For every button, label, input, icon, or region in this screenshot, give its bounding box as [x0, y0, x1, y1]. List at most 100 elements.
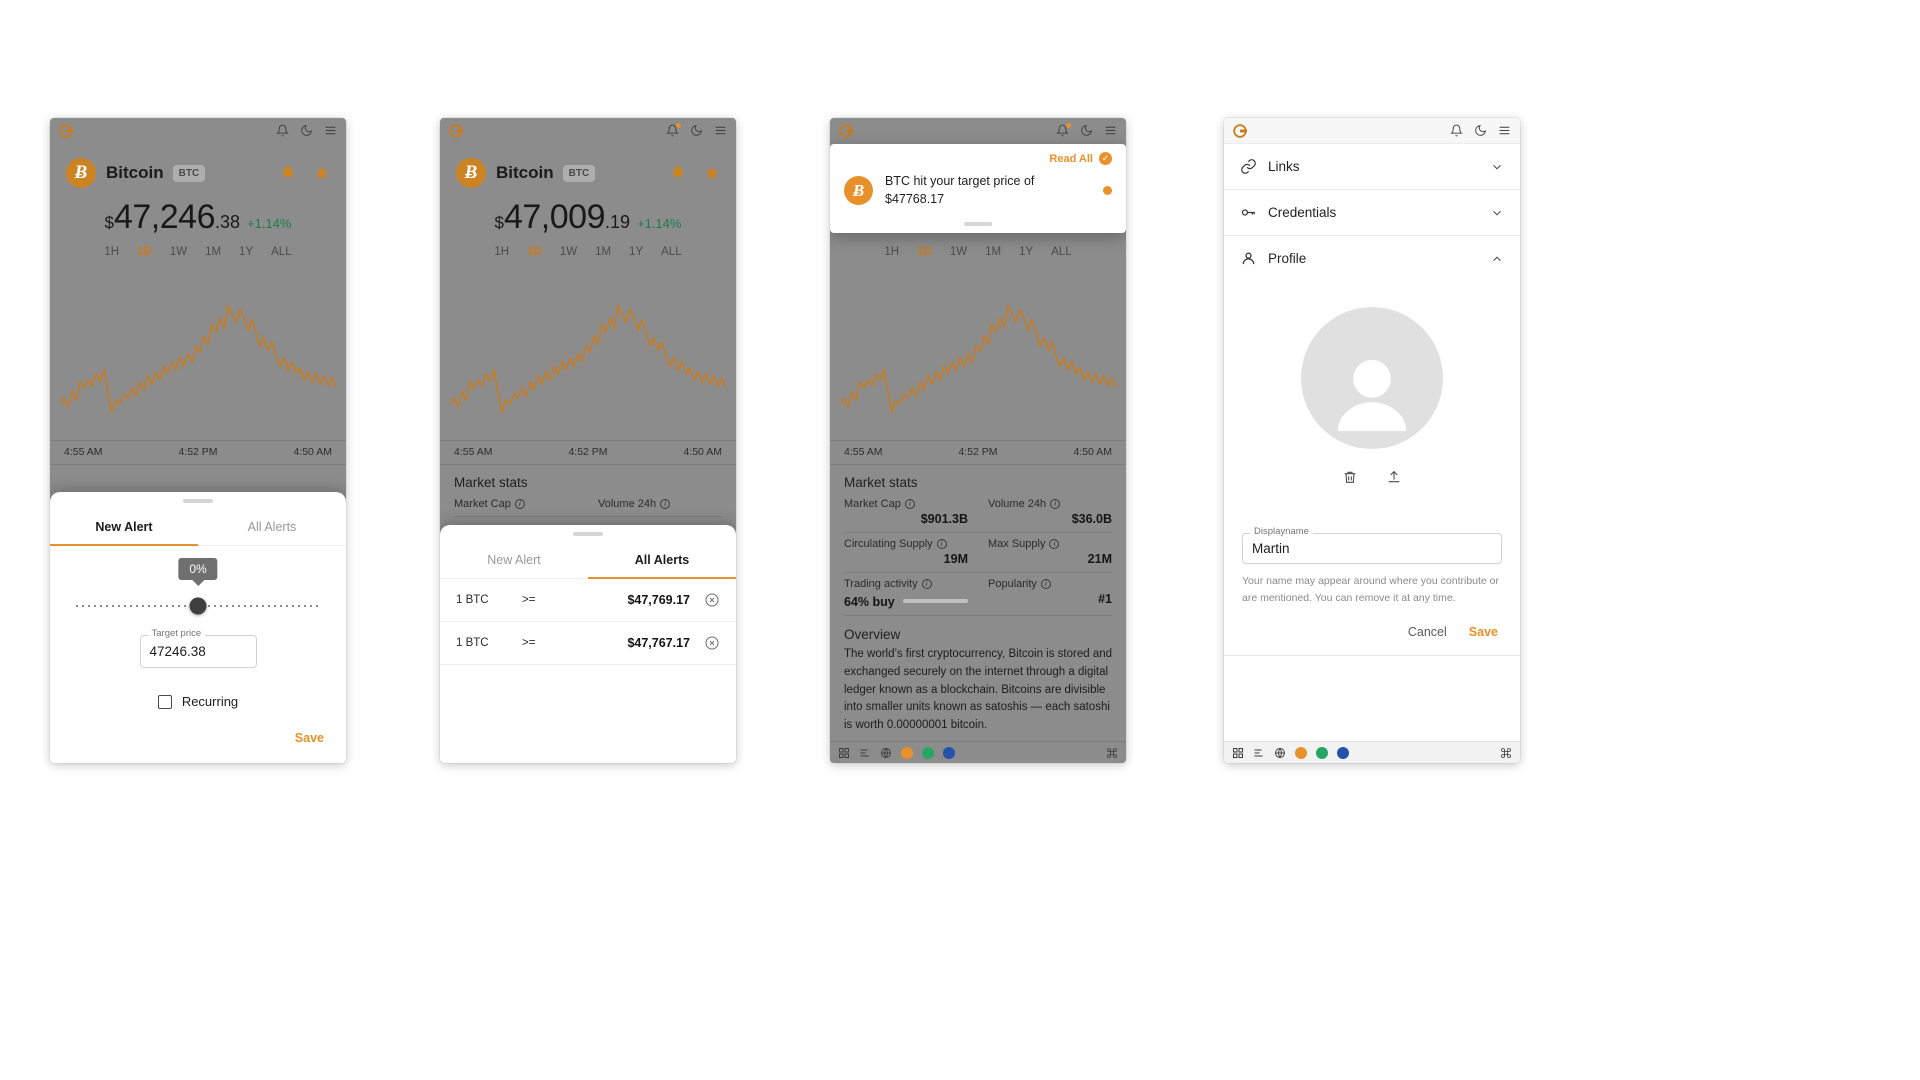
info-icon[interactable]: i [936, 539, 947, 549]
tab-new-alert[interactable]: New Alert [440, 542, 588, 578]
chevron-down-icon[interactable] [1490, 160, 1504, 174]
list-icon[interactable] [1253, 747, 1265, 759]
check-circle-icon[interactable]: ✓ [1099, 152, 1112, 165]
save-button[interactable]: Save [295, 731, 324, 745]
save-button[interactable]: Save [1469, 625, 1498, 639]
moon-icon[interactable] [1474, 124, 1487, 137]
range-1y[interactable]: 1Y [629, 246, 643, 258]
remove-circle-icon[interactable] [704, 592, 720, 608]
notification-toast[interactable]: Read All ✓ Ƀ BTC hit your target price o… [830, 144, 1126, 233]
ethereum-coin-icon[interactable] [922, 746, 934, 759]
moon-icon[interactable] [300, 124, 313, 137]
toast-grabber[interactable] [964, 222, 992, 226]
range-1h[interactable]: 1H [884, 246, 899, 258]
globe-icon[interactable] [1274, 747, 1286, 759]
range-1m[interactable]: 1M [595, 246, 611, 258]
remove-circle-icon[interactable] [704, 635, 720, 651]
range-1y[interactable]: 1Y [239, 246, 253, 258]
apps-grid-icon[interactable] [1232, 747, 1244, 759]
upload-icon[interactable] [1386, 469, 1402, 485]
apps-grid-icon[interactable] [838, 747, 850, 759]
tab-all-alerts[interactable]: All Alerts [588, 542, 736, 578]
stat-value: #1 [1098, 592, 1112, 606]
bell-icon[interactable] [1450, 124, 1463, 137]
percent-slider[interactable]: 0% [50, 546, 346, 614]
target-price-input[interactable]: 47246.38 [139, 635, 257, 668]
price-change: +1.14% [247, 216, 292, 231]
range-1d[interactable]: 1D [917, 246, 932, 258]
moon-icon[interactable] [690, 124, 703, 137]
info-icon[interactable]: i [660, 499, 671, 509]
range-all[interactable]: ALL [1051, 246, 1071, 258]
profile-actions: Cancel Save [1224, 607, 1520, 656]
range-1w[interactable]: 1W [170, 246, 187, 258]
table-row[interactable]: 1 BTC >= $47,769.17 [440, 579, 736, 622]
table-row[interactable]: 1 BTC >= $47,767.17 [440, 622, 736, 665]
chevron-up-icon[interactable] [1490, 252, 1504, 266]
sheet-grabber[interactable] [573, 532, 603, 536]
chevron-down-icon[interactable] [1490, 206, 1504, 220]
slider-track[interactable] [76, 597, 320, 614]
range-all[interactable]: ALL [661, 246, 681, 258]
range-1w[interactable]: 1W [560, 246, 577, 258]
range-1m[interactable]: 1M [205, 246, 221, 258]
trash-icon[interactable] [1342, 469, 1358, 485]
hamburger-menu-icon[interactable] [324, 124, 337, 137]
star-icon[interactable] [704, 165, 720, 181]
bitcoin-coin-icon[interactable] [1295, 746, 1307, 759]
list-icon[interactable] [859, 747, 871, 759]
info-icon[interactable]: i [904, 499, 915, 509]
recurring-row[interactable]: Recurring [50, 694, 346, 709]
cancel-button[interactable]: Cancel [1408, 625, 1447, 639]
info-icon[interactable]: i [1050, 499, 1061, 509]
bell-icon[interactable] [670, 165, 686, 181]
bitcoin-coin-icon[interactable] [901, 746, 913, 759]
screenshot-stage: Ƀ Bitcoin BTC $ 47,246 .38 +1.14% 1H 1D … [0, 0, 1920, 1080]
bitcoin-icon: Ƀ [66, 158, 96, 188]
target-price-label: Target price [147, 628, 206, 639]
range-1h[interactable]: 1H [104, 246, 119, 258]
app-toolbar [440, 118, 736, 144]
hamburger-menu-icon[interactable] [1104, 124, 1117, 137]
info-icon[interactable]: i [1040, 579, 1051, 589]
target-price-field[interactable]: Target price 47246.38 [139, 628, 257, 668]
ethereum-coin-icon[interactable] [1316, 746, 1328, 759]
sidebar-item-profile[interactable]: Profile [1224, 236, 1520, 281]
command-key-icon[interactable] [1106, 747, 1118, 759]
bell-icon[interactable] [276, 124, 289, 137]
sidebar-item-credentials[interactable]: Credentials [1224, 190, 1520, 236]
slider-thumb[interactable] [189, 597, 207, 614]
coin-blue-icon[interactable] [943, 746, 955, 759]
recurring-checkbox[interactable] [157, 694, 172, 709]
moon-icon[interactable] [1080, 124, 1093, 137]
read-all-button[interactable]: Read All [1049, 153, 1093, 165]
range-all[interactable]: ALL [271, 246, 291, 258]
range-selector: 1H 1D 1W 1M 1Y ALL [50, 239, 346, 260]
tab-new-alert[interactable]: New Alert [50, 509, 198, 545]
coin-blue-icon[interactable] [1337, 746, 1349, 759]
time-axis: 4:55 AM 4:52 PM 4:50 AM [830, 440, 1126, 465]
range-1w[interactable]: 1W [950, 246, 967, 258]
info-icon[interactable]: i [1049, 539, 1060, 549]
bell-icon[interactable] [280, 165, 296, 181]
info-icon[interactable]: i [514, 499, 525, 509]
command-key-icon[interactable] [1500, 747, 1512, 759]
range-1h[interactable]: 1H [494, 246, 509, 258]
avatar[interactable] [1301, 307, 1443, 449]
star-icon[interactable] [314, 165, 330, 181]
range-1m[interactable]: 1M [985, 246, 1001, 258]
tab-all-alerts[interactable]: All Alerts [198, 509, 346, 545]
range-1y[interactable]: 1Y [1019, 246, 1033, 258]
bell-icon[interactable] [666, 123, 681, 137]
globe-icon[interactable] [880, 747, 892, 759]
hamburger-menu-icon[interactable] [714, 124, 727, 137]
sidebar-item-links[interactable]: Links [1224, 144, 1520, 190]
displayname-field[interactable]: Displayname Martin [1242, 526, 1502, 564]
hamburger-menu-icon[interactable] [1498, 124, 1511, 137]
sheet-grabber[interactable] [183, 499, 213, 503]
info-icon[interactable]: i [921, 579, 932, 589]
range-1d[interactable]: 1D [137, 246, 152, 258]
displayname-input[interactable]: Martin [1242, 533, 1502, 564]
bell-icon[interactable] [1056, 123, 1071, 137]
range-1d[interactable]: 1D [527, 246, 542, 258]
